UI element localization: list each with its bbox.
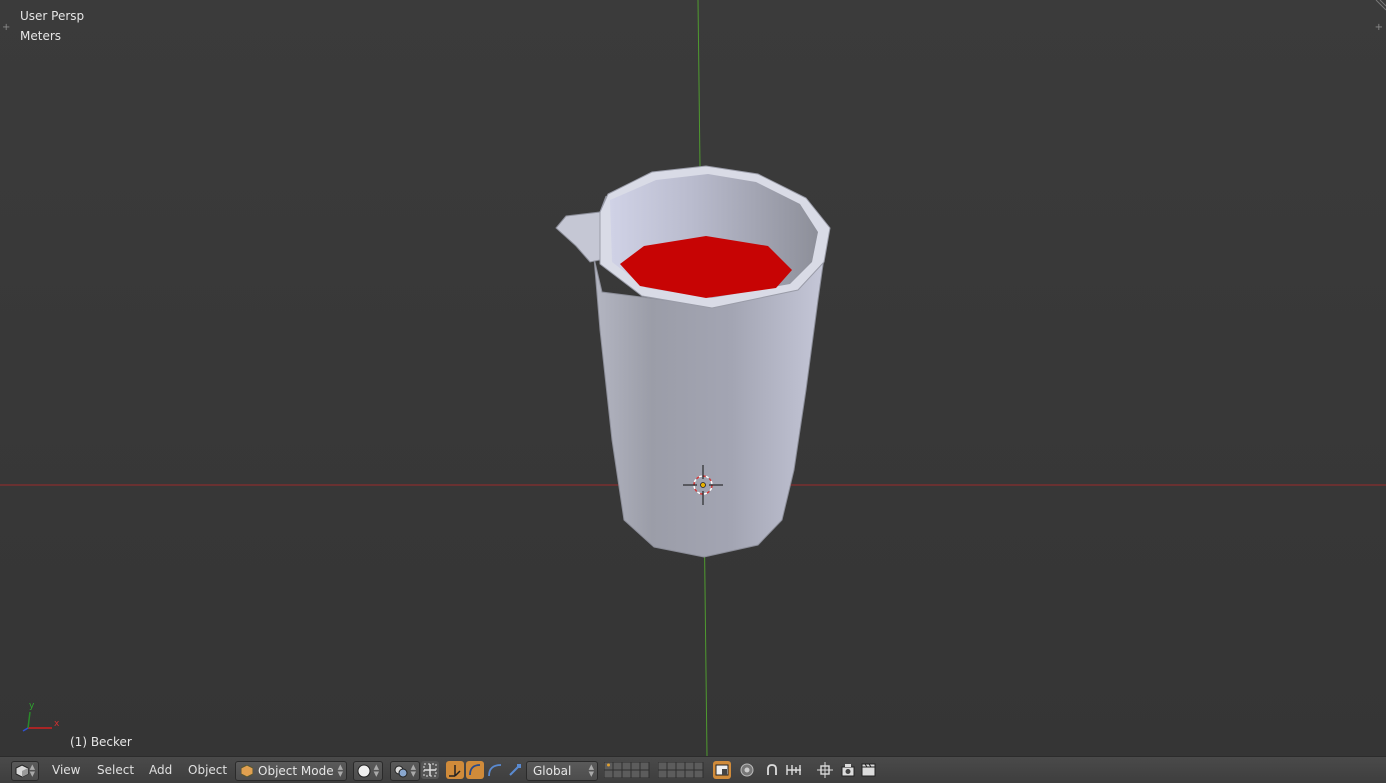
opengl-render-button[interactable] (840, 761, 858, 779)
viewport-header: ▲ ▼ View Select Add Object Object Mode ▲ ▼… (0, 756, 1386, 783)
object-mode-icon (241, 765, 253, 777)
opengl-animation-icon (861, 763, 876, 777)
rotate-mode-button[interactable] (486, 761, 504, 779)
menu-select[interactable]: Select (91, 761, 140, 779)
lock-camera-icon (715, 764, 729, 776)
orientation-gizmo (22, 711, 52, 732)
snap-element-dropdown[interactable] (785, 761, 803, 779)
rotate-icon (469, 764, 481, 776)
mode-dropdown[interactable]: Object Mode ▲ ▼ (235, 761, 347, 781)
snap-button[interactable] (763, 761, 781, 779)
menu-add[interactable]: Add (143, 761, 178, 779)
menu-object[interactable]: Object (182, 761, 233, 779)
editor-type-button[interactable]: ▲ ▼ (11, 761, 39, 781)
area-split-left-icon[interactable]: + (2, 23, 10, 33)
proportional-edit-icon (740, 763, 754, 777)
menu-view[interactable]: View (46, 761, 86, 779)
area-split-right-icon[interactable]: + (1375, 23, 1383, 33)
layers-grid-2[interactable] (657, 761, 706, 782)
viewport-shading-dropdown[interactable]: ▲ ▼ (353, 761, 383, 781)
scale-button[interactable] (506, 761, 524, 779)
3d-viewport[interactable]: User Persp Meters (1) Becker y x + + (0, 0, 1386, 756)
opengl-animation-button[interactable] (860, 761, 878, 779)
proportional-edit-button[interactable] (738, 761, 756, 779)
gizmo-x-label: x (54, 719, 60, 729)
manipulator-toggle-button[interactable] (421, 761, 439, 779)
units-label: Meters (20, 29, 62, 43)
translate-icon (449, 765, 461, 777)
gizmo-y-label: y (29, 701, 35, 711)
opengl-render-icon (841, 764, 855, 777)
translate-button[interactable] (446, 761, 464, 779)
beaker-spout (555, 195, 607, 263)
orientation-dropdown[interactable]: Global ▲ ▼ (526, 761, 598, 781)
scale-icon (509, 764, 521, 776)
snap-target-icon (817, 762, 833, 778)
lock-camera-button[interactable] (713, 761, 731, 779)
orientation-label: Global (533, 764, 572, 778)
rotate-arc-icon (488, 764, 502, 777)
area-corner-handle-icon[interactable] (1372, 0, 1386, 14)
pivot-point-dropdown[interactable]: ▲ ▼ (390, 761, 420, 781)
viewport-shading-icon (357, 764, 371, 778)
snap-target-button[interactable] (816, 761, 834, 779)
rotate-button[interactable] (466, 761, 484, 779)
mode-label: Object Mode (258, 764, 334, 778)
active-object-label: (1) Becker (70, 735, 132, 749)
manipulator-toggle-icon (423, 763, 437, 777)
view-name-label: User Persp (20, 9, 85, 23)
editor-type-icon (15, 764, 29, 778)
layers-grid-1[interactable] (603, 761, 652, 782)
pivot-point-icon (394, 765, 408, 778)
snap-icon (767, 764, 777, 775)
snap-element-icon (786, 765, 801, 775)
scene-render (0, 0, 1386, 756)
